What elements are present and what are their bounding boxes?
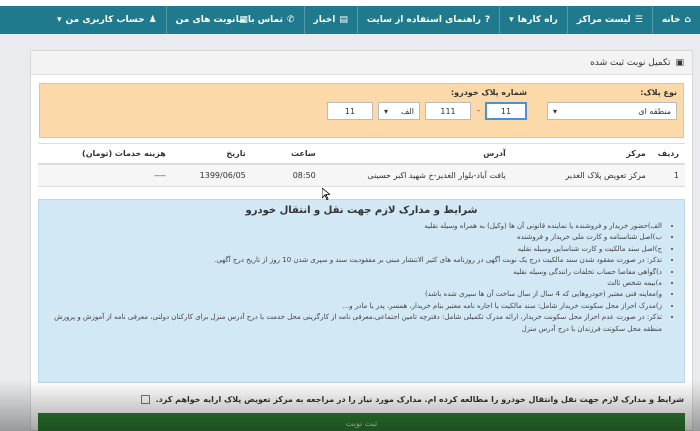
- nav-guide-label: راهنمای استفاده از سایت: [366, 15, 481, 25]
- list-item: د)گواهی مفاصا حساب تخلفات رانندگی وسیله …: [49, 267, 662, 278]
- requirements-box: شرایط و مدارک لازم جهت نقل و انتقال خودر…: [38, 199, 685, 383]
- home-icon: ⌂: [684, 15, 691, 25]
- cell-center: مرکز تعویض پلاک الغدیر: [511, 164, 652, 187]
- plate-separator: -: [477, 106, 480, 115]
- chevron-down-icon: ▾: [553, 106, 558, 116]
- plate-form: نوع پلاک: منطقه ای ▾ شماره پلاک خودرو: 1…: [39, 83, 684, 138]
- col-header-row: ردیف: [651, 143, 685, 165]
- list-item: منطقه محل سکونت فرزندان با درج آدرس منزل: [521, 324, 662, 333]
- plate-part1-value: 11: [500, 106, 512, 116]
- nav-centers-label: لیست مراکز: [576, 15, 631, 25]
- list-item: و)معاینه فنی معتبر (خودروهایی که 4 سال ا…: [49, 289, 662, 300]
- plate-part1-input[interactable]: 11: [485, 102, 527, 120]
- plate-part3-input[interactable]: 11: [327, 102, 373, 120]
- list-item: ب)اصل شناسنامه و کارت ملی خریدار و فروشن…: [49, 232, 662, 243]
- list-item: تذکر: در صورت عدم احراز محل سکونت خریدار…: [49, 312, 662, 323]
- nav-shortcuts[interactable]: راه کارها ▾: [499, 6, 567, 34]
- nav-home-label: خانه: [661, 15, 681, 25]
- news-icon: ▤: [339, 15, 348, 25]
- list-item: ه)بیمه شخص ثالث: [49, 278, 662, 289]
- nav-home[interactable]: ⌂ خانه: [651, 6, 700, 34]
- list-icon: ☰: [634, 15, 643, 25]
- phone-icon: ✆: [286, 15, 295, 25]
- plate-letter-value: الف: [401, 106, 414, 116]
- col-header-time: ساعت: [251, 143, 322, 165]
- cell-address: یافت آباد-بلوار الغدیر-خ شهید اکبر حسینی: [321, 164, 512, 187]
- plate-type-value: منطقه ای: [638, 106, 671, 116]
- nav-shortcuts-label: راه کارها: [517, 15, 558, 25]
- col-header-cost: هزینه خدمات (تومان): [38, 143, 172, 165]
- nav-centers[interactable]: ☰ لیست مراکز: [566, 6, 652, 34]
- plate-part2-value: 111: [440, 106, 456, 116]
- clipboard-icon: ▣: [675, 57, 684, 68]
- requirements-list: الف)حضور خریدار و فروشنده یا نماینده قان…: [49, 221, 674, 335]
- chevron-down-icon: ▾: [384, 106, 389, 116]
- list-item: ز)مدرک احراز محل سکونت خریدار شامل: سند …: [49, 301, 662, 312]
- agreement-row: شرایط و مدارک لازم جهت نقل وانتقال خودرو…: [140, 395, 684, 404]
- col-header-address: آدرس: [321, 143, 512, 165]
- plate-type-select[interactable]: منطقه ای ▾: [547, 102, 677, 120]
- list-item: ج)اصل سند مالکیت و کارت شناسایی وسیله نق…: [49, 244, 662, 255]
- calendar-icon: ▦: [239, 15, 248, 25]
- list-item: تذکر: در صورت مفقود شدن سند مالکیت درج ی…: [49, 255, 662, 266]
- nav-user-area: ▦ نوبت های من ♟ حساب کاربری من ▾: [48, 6, 257, 34]
- main-navbar: ⌂ خانه ☰ لیست مراکز راه کارها ▾ ? راهنما…: [0, 6, 700, 34]
- caret-down-icon: ▾: [509, 15, 514, 25]
- plate-letter-select[interactable]: الف ▾: [378, 102, 420, 120]
- plate-part2-input[interactable]: 111: [425, 102, 471, 120]
- col-header-center: مرکز: [511, 143, 652, 165]
- panel-title: تکمیل نوبت ثبت شده: [590, 57, 671, 68]
- plate-type-label: نوع پلاک:: [640, 88, 677, 97]
- user-icon: ♟: [148, 15, 157, 25]
- submit-turn-label: ثبت نوبت: [345, 418, 378, 428]
- agreement-text: شرایط و مدارک لازم جهت نقل وانتقال خودرو…: [155, 395, 684, 404]
- col-header-date: تاریخ: [171, 143, 252, 165]
- nav-guide[interactable]: ? راهنمای استفاده از سایت: [356, 6, 499, 34]
- nav-my-turns-label: نوبت های من: [175, 15, 236, 25]
- cell-time: 08:50: [251, 164, 322, 187]
- table-header-row: ردیف مرکز آدرس ساعت تاریخ هزینه خدمات (ت…: [38, 143, 685, 165]
- submit-turn-button[interactable]: ثبت نوبت: [38, 413, 685, 431]
- question-icon: ?: [484, 15, 491, 25]
- cell-row-number: 1: [651, 164, 685, 187]
- plate-number-label: شماره پلاک خودرو:: [450, 88, 527, 97]
- nav-news[interactable]: ▤ اخبار: [303, 6, 357, 34]
- complete-turn-panel: ▣ تکمیل نوبت ثبت شده نوع پلاک: منطقه ای …: [30, 50, 693, 431]
- agreement-checkbox[interactable]: [140, 395, 150, 404]
- nav-my-turns[interactable]: ▦ نوبت های من: [165, 6, 257, 34]
- panel-heading: ▣ تکمیل نوبت ثبت شده: [31, 51, 692, 75]
- list-item: الف)حضور خریدار و فروشنده یا نماینده قان…: [49, 221, 662, 232]
- plate-part3-value: 11: [344, 106, 356, 116]
- table-row: 1 مرکز تعویض پلاک الغدیر یافت آباد-بلوار…: [38, 164, 685, 187]
- mouse-cursor-icon: [322, 188, 330, 200]
- requirements-title: شرایط و مدارک لازم جهت نقل و انتقال خودر…: [245, 205, 478, 216]
- nav-account-label: حساب کاربری من: [65, 15, 145, 25]
- nav-account[interactable]: ♟ حساب کاربری من ▾: [48, 6, 166, 34]
- caret-down-icon: ▾: [57, 15, 62, 25]
- nav-news-label: اخبار: [313, 15, 336, 25]
- appointment-table: ردیف مرکز آدرس ساعت تاریخ هزینه خدمات (ت…: [38, 143, 685, 187]
- cell-cost: ----: [38, 164, 172, 187]
- cell-date: 1399/06/05: [171, 164, 252, 187]
